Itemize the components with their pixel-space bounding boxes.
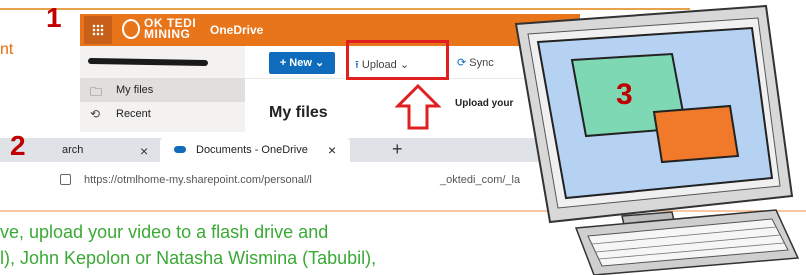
redaction-scribble <box>87 57 209 67</box>
onedrive-sidebar: 🗀 My files ⟲ Recent <box>80 46 245 132</box>
instruction-line-1: ve, upload your video to a flash drive a… <box>0 222 329 242</box>
new-tab-button[interactable]: + <box>392 138 403 160</box>
upload-highlight-box <box>346 40 449 80</box>
sync-icon: ⟳ <box>457 57 467 69</box>
tab-previous[interactable]: arch <box>62 138 152 162</box>
step-2-label: 2 <box>10 130 26 161</box>
sidebar-item-label: Recent <box>116 108 151 120</box>
step-1-label: 1 <box>46 2 62 33</box>
folder-icon: 🗀 <box>90 85 103 99</box>
sidebar-item-my-files[interactable]: 🗀 My files <box>80 78 245 102</box>
sidebar-item-recent[interactable]: ⟲ Recent <box>80 102 245 126</box>
close-tab-icon[interactable]: × <box>140 143 148 159</box>
tab-onedrive-documents[interactable]: Documents - OneDrive × <box>160 138 350 162</box>
url-text: https://otmlhome-my.sharepoint.com/perso… <box>84 174 312 186</box>
sidebar-item-label: My files <box>116 84 154 96</box>
computer-illustration: 3 <box>514 4 800 275</box>
left-text-fragment: nt <box>0 41 14 58</box>
step-3-label: 3 <box>616 78 633 111</box>
page-title: My files <box>269 104 328 121</box>
arrow-up-icon <box>395 84 441 130</box>
app-launcher-button[interactable] <box>84 16 112 44</box>
ok-tedi-logo-icon <box>122 19 140 39</box>
close-tab-icon[interactable]: × <box>328 138 336 162</box>
instruction-line-2: l), John Kepolon or Natasha Wismina (Tab… <box>0 248 377 268</box>
new-button[interactable]: + New ⌄ <box>269 52 335 74</box>
onedrive-cloud-icon <box>174 146 186 153</box>
recent-icon: ⟲ <box>90 107 101 121</box>
waffle-icon <box>92 24 104 36</box>
account-name-redacted <box>80 46 245 78</box>
ok-tedi-logo: OK TEDI MINING <box>144 16 197 41</box>
lock-icon <box>60 174 71 185</box>
app-name[interactable]: OneDrive <box>210 23 263 37</box>
